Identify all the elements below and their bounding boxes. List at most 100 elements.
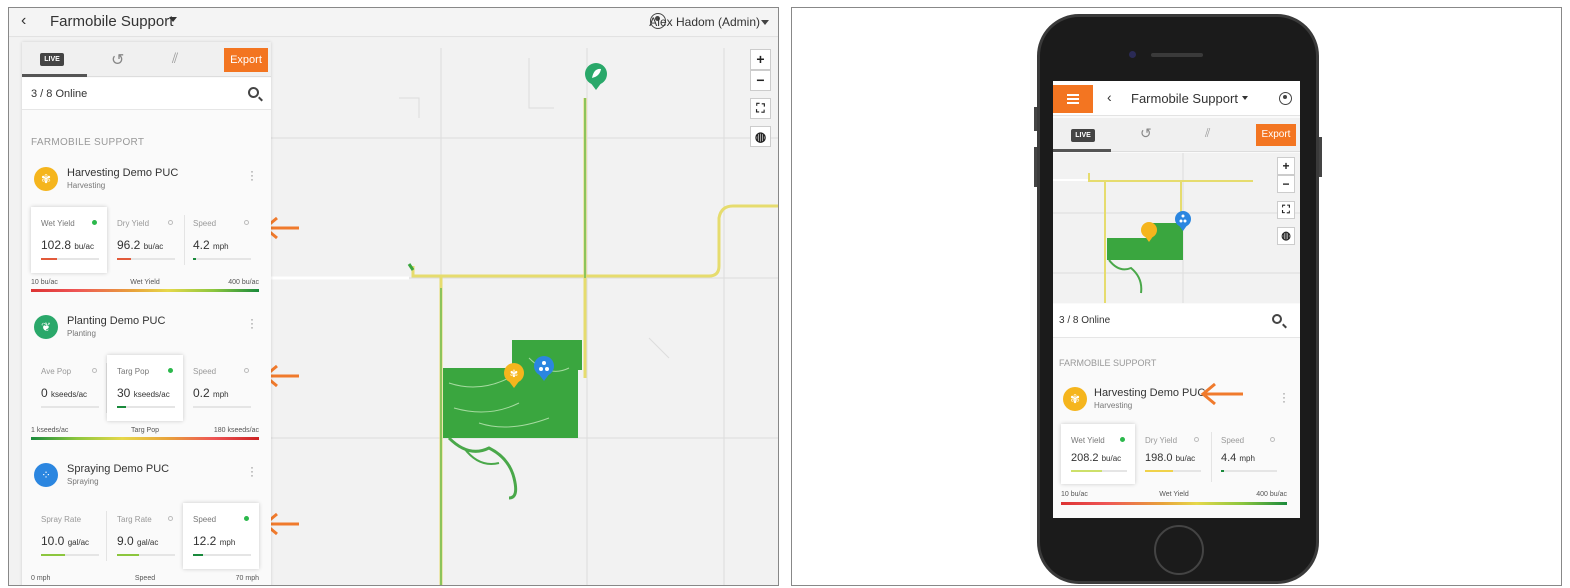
phone-frame: ‹ Farmobile Support LIVE ↺ ⫽ Export + − …: [1034, 14, 1322, 584]
field-layers-icon[interactable]: ⫽: [1205, 126, 1210, 141]
metric-tiles: Ave Pop 0 kseeds/ac Targ Pop 30 kseeds/a…: [31, 355, 259, 421]
back-button[interactable]: ‹: [21, 12, 26, 30]
user-menu[interactable]: Alex Hadom (Admin): [649, 15, 760, 29]
status-dot: [92, 368, 97, 373]
more-vert-icon[interactable]: · · ·: [1282, 387, 1286, 407]
online-count-row: 3 / 8 Online: [1053, 304, 1300, 338]
back-button[interactable]: ‹: [1107, 89, 1112, 105]
tab-live[interactable]: LIVE: [1071, 129, 1095, 142]
metric-tile-wet-yield[interactable]: Wet Yield 208.2 bu/ac: [1061, 424, 1135, 484]
metric-bar: [117, 406, 175, 408]
metric-value: 102.8 bu/ac: [41, 238, 94, 252]
globe-icon[interactable]: ◍: [750, 126, 771, 147]
tab-live[interactable]: LIVE: [40, 53, 64, 66]
status-dot: [244, 220, 249, 225]
status-dot: [168, 220, 173, 225]
history-icon[interactable]: ↺: [1140, 125, 1152, 142]
scale-max: 400 bu/ac: [228, 279, 259, 286]
group-title: FARMOBILE SUPPORT: [31, 137, 145, 148]
globe-icon[interactable]: ◍: [1277, 227, 1295, 245]
metric-value: 0 kseeds/ac: [41, 386, 88, 400]
metric-tile-targ-rate[interactable]: Targ Rate 9.0 gal/ac: [107, 503, 183, 569]
fullscreen-icon[interactable]: ⛶: [750, 98, 771, 119]
user-chevron-down-icon[interactable]: [761, 20, 769, 25]
metric-tiles: Spray Rate 10.0 gal/ac Targ Rate 9.0 gal…: [31, 503, 259, 569]
status-dot: [244, 368, 249, 373]
map-view[interactable]: + − ⛶ ◍: [1053, 153, 1300, 303]
metric-label: Spray Rate: [41, 515, 82, 524]
chevron-down-icon[interactable]: [169, 17, 177, 22]
vehicle-operation: Spraying: [67, 477, 99, 486]
metric-label: Speed: [193, 367, 217, 376]
metric-tile-speed[interactable]: Speed 4.4 mph: [1211, 424, 1285, 484]
leaf-icon: ❦: [34, 315, 58, 339]
menu-icon[interactable]: [1053, 85, 1093, 113]
chevron-down-icon[interactable]: [1242, 96, 1248, 100]
mobile-screenshot: ‹ Farmobile Support LIVE ↺ ⫽ Export + − …: [791, 7, 1562, 586]
search-icon[interactable]: [1272, 314, 1282, 324]
vehicle-operation: Planting: [67, 329, 96, 338]
status-dot: [1194, 437, 1199, 442]
more-vert-icon[interactable]: · · ·: [250, 313, 254, 333]
metric-tile-dry-yield[interactable]: Dry Yield 198.0 bu/ac: [1135, 424, 1209, 484]
history-icon[interactable]: ↺: [111, 50, 124, 70]
phone-screen: ‹ Farmobile Support LIVE ↺ ⫽ Export + − …: [1053, 81, 1300, 518]
scale-legend: 0 mph Speed 70 mph: [31, 575, 259, 585]
metric-bar: [1071, 470, 1127, 472]
scale-gradient: [1061, 502, 1287, 505]
metric-label: Speed: [193, 219, 217, 228]
wheat-icon: ✾: [1063, 387, 1087, 411]
scale-max: 400 bu/ac: [1256, 491, 1287, 498]
status-dot: [244, 516, 249, 521]
field-layers-icon[interactable]: ⫽: [172, 50, 178, 67]
metric-value: 198.0 bu/ac: [1145, 452, 1196, 464]
zoom-in-button[interactable]: +: [1277, 157, 1295, 175]
scale-legend: 10 bu/ac Wet Yield 400 bu/ac: [1061, 491, 1287, 501]
more-vert-icon[interactable]: · · ·: [250, 165, 254, 185]
vehicle-panel: LIVE ↺ ⫽ Export 3 / 8 Online FARMOBILE S…: [22, 42, 271, 585]
metric-tile-spray-rate[interactable]: Spray Rate 10.0 gal/ac: [31, 503, 107, 569]
scale-legend: 10 bu/ac Wet Yield 400 bu/ac: [31, 279, 259, 289]
user-icon[interactable]: [1279, 92, 1292, 105]
metric-tile-wet-yield[interactable]: Wet Yield 102.8 bu/ac: [31, 207, 107, 273]
org-title[interactable]: Farmobile Support: [1131, 91, 1238, 106]
metric-tiles: Wet Yield 102.8 bu/ac Dry Yield 96.2 bu/…: [31, 207, 259, 273]
export-button[interactable]: Export: [1256, 124, 1296, 146]
metric-tile-speed[interactable]: Speed 0.2 mph: [183, 355, 259, 421]
fullscreen-icon[interactable]: ⛶: [1277, 201, 1295, 219]
vehicle-name: Harvesting Demo PUC: [67, 167, 179, 179]
metric-bar: [193, 406, 251, 408]
camera: [1129, 51, 1136, 58]
annotation-arrow-mobile: [1200, 382, 1243, 406]
metric-bar: [193, 554, 251, 556]
metric-bar: [41, 406, 99, 408]
metric-tile-targ-pop[interactable]: Targ Pop 30 kseeds/ac: [107, 355, 183, 421]
more-vert-icon[interactable]: · · ·: [250, 461, 254, 481]
metric-label: Speed: [193, 515, 217, 524]
metric-tile-speed[interactable]: Speed 4.2 mph: [183, 207, 259, 273]
vehicle-name: Spraying Demo PUC: [67, 463, 170, 475]
zoom-out-button[interactable]: −: [1277, 175, 1295, 193]
online-count: 3 / 8 Online: [1059, 315, 1111, 326]
metric-label: Speed: [1221, 436, 1245, 445]
vehicle-operation: Harvesting: [1094, 401, 1133, 410]
export-button[interactable]: Export: [224, 48, 268, 72]
metric-tile-dry-yield[interactable]: Dry Yield 96.2 bu/ac: [107, 207, 183, 273]
desktop-screenshot: ‹ Farmobile Support Alex Hadom (Admin) ✾…: [8, 7, 779, 586]
metric-bar: [41, 554, 99, 556]
vehicle-name: Planting Demo PUC: [67, 315, 166, 327]
search-icon[interactable]: [248, 87, 259, 98]
metric-value: 10.0 gal/ac: [41, 534, 90, 548]
vehicle-operation: Harvesting: [67, 181, 106, 190]
zoom-in-button[interactable]: +: [750, 49, 771, 70]
zoom-out-button[interactable]: −: [750, 70, 771, 91]
vehicle-name: Harvesting Demo PUC: [1094, 387, 1206, 399]
metric-tile-ave-pop[interactable]: Ave Pop 0 kseeds/ac: [31, 355, 107, 421]
tab-bar: LIVE ↺ ⫽ Export: [1053, 118, 1300, 152]
phone-button: [1034, 147, 1037, 187]
metric-tile-speed[interactable]: Speed 12.2 mph: [183, 503, 259, 569]
home-button[interactable]: [1154, 525, 1204, 575]
metric-label: Dry Yield: [117, 219, 150, 228]
status-dot: [168, 368, 173, 373]
org-title[interactable]: Farmobile Support: [50, 13, 173, 30]
